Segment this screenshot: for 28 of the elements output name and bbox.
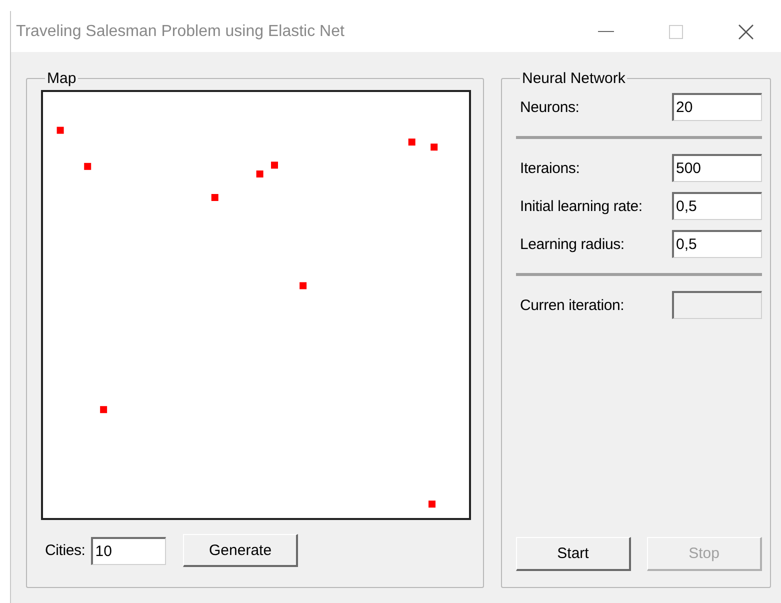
- group-title: Neural Network: [521, 70, 626, 87]
- city-marker: [256, 170, 264, 178]
- field-label: Iteraions:: [520, 160, 580, 176]
- group-title: Map: [46, 70, 78, 87]
- field-label: Learning radius:: [520, 236, 624, 252]
- city-marker: [430, 144, 438, 151]
- cities-label: Cities:: [45, 542, 86, 559]
- number-input[interactable]: 500: [672, 154, 762, 182]
- city-marker: [300, 282, 307, 290]
- number-input[interactable]: 0,5: [672, 230, 762, 258]
- city-marker: [56, 126, 64, 134]
- city-marker: [408, 138, 416, 146]
- minimize-icon[interactable]: [598, 30, 614, 32]
- city-marker: [84, 162, 92, 170]
- city-marker: [428, 500, 436, 508]
- city-marker: [211, 194, 218, 201]
- field-label: Neurons:: [520, 98, 580, 116]
- window-title: Traveling Salesman Problem using Elastic Net: [16, 22, 346, 40]
- generate-button[interactable]: Generate: [183, 534, 298, 567]
- city-marker: [271, 162, 278, 169]
- field-label: Initial learning rate:: [520, 198, 642, 214]
- close-icon[interactable]: [738, 24, 754, 40]
- cities-input[interactable]: 10: [91, 536, 166, 564]
- number-input[interactable]: 20: [672, 93, 762, 121]
- number-input[interactable]: 0,5: [672, 192, 762, 220]
- field-label: Curren iteration:: [520, 296, 624, 314]
- start-button[interactable]: Start: [516, 537, 631, 571]
- city-marker: [100, 406, 108, 414]
